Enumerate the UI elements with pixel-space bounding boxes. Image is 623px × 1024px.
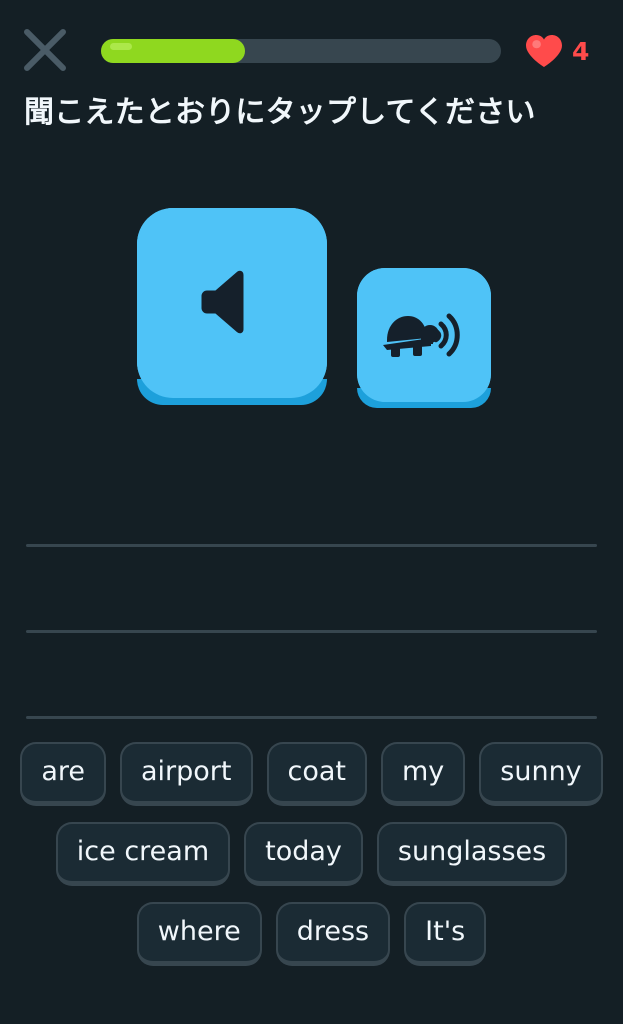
word-tile[interactable]: my: [381, 742, 466, 806]
speaker-icon: [194, 263, 270, 343]
word-bank: are airport coat my sunny ice cream toda…: [0, 742, 623, 982]
audio-controls: [0, 208, 623, 418]
answer-lines-area[interactable]: [0, 500, 623, 730]
lesson-progress-bar: [101, 39, 501, 63]
word-tile[interactable]: airport: [120, 742, 253, 806]
play-slow-audio-button[interactable]: [357, 268, 491, 408]
word-tile[interactable]: today: [244, 822, 363, 886]
lesson-header: 4: [0, 0, 623, 92]
word-tile[interactable]: It's: [404, 902, 487, 966]
word-tile[interactable]: sunglasses: [376, 822, 568, 886]
answer-line[interactable]: [26, 544, 597, 547]
heart-icon: [524, 33, 564, 69]
word-bank-row: are airport coat my sunny: [0, 742, 623, 806]
close-x-icon: [23, 28, 67, 72]
word-tile[interactable]: sunny: [479, 742, 603, 806]
word-tile[interactable]: where: [136, 902, 262, 966]
progress-bar-fill: [101, 39, 245, 63]
word-bank-row: where dress It's: [0, 902, 623, 966]
word-bank-row: ice cream today sunglasses: [0, 822, 623, 886]
play-slow-audio-button-face: [357, 268, 491, 402]
word-tile[interactable]: are: [20, 742, 106, 806]
play-audio-button-face: [137, 208, 327, 398]
progress-bar-highlight: [110, 43, 132, 50]
word-tile[interactable]: ice cream: [55, 822, 231, 886]
answer-line[interactable]: [26, 716, 597, 719]
hearts-indicator[interactable]: 4: [524, 29, 589, 73]
turtle-slow-audio-icon: [381, 302, 467, 368]
hearts-count: 4: [572, 36, 590, 66]
word-tile[interactable]: coat: [266, 742, 367, 806]
play-audio-button[interactable]: [137, 208, 327, 405]
exercise-prompt-title: 聞こえたとおりにタップしてください: [24, 95, 536, 130]
close-button[interactable]: [23, 28, 67, 72]
word-tile[interactable]: dress: [275, 902, 391, 966]
answer-line[interactable]: [26, 630, 597, 633]
